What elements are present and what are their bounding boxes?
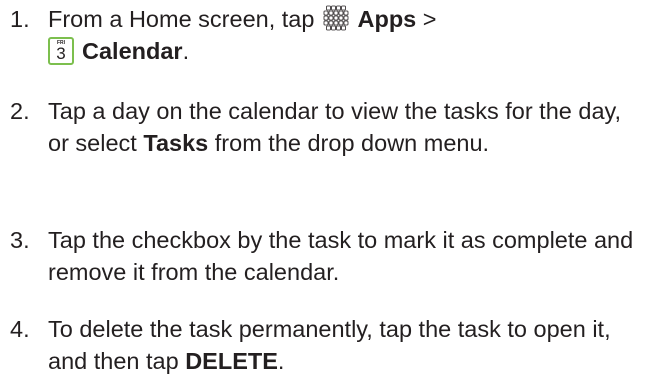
- instructions-page: 1. From a Home screen, tap Apps > FRI 3 Ca…: [0, 0, 654, 388]
- step-number: 3.: [10, 227, 30, 253]
- tasks-label: Tasks: [143, 130, 209, 156]
- step-text-part: from the drop down menu.: [208, 130, 490, 156]
- step-text: From a Home screen, tap Apps > FRI 3 Calen…: [48, 3, 648, 67]
- step-text-part: >: [416, 6, 437, 32]
- step-number: 2.: [10, 98, 30, 124]
- step-text: Tap the checkbox by the task to mark it …: [48, 227, 634, 285]
- apps-label: Apps: [357, 6, 417, 32]
- step-text-part: .: [277, 348, 285, 374]
- calendar-icon-date: 3: [56, 44, 66, 63]
- step-text-part: From a Home screen, tap: [48, 6, 321, 32]
- calendar-label: Calendar: [82, 38, 183, 64]
- step-text: To delete the task permanently, tap the …: [48, 313, 648, 377]
- step-text-part: To delete the task permanently, tap the …: [48, 316, 611, 374]
- step-number: 1.: [10, 6, 30, 32]
- step-text: Tap a day on the calendar to view the ta…: [48, 95, 648, 159]
- delete-label: DELETE: [185, 348, 278, 374]
- step-number: 4.: [10, 316, 30, 342]
- calendar-icon: FRI 3: [48, 37, 74, 65]
- step-text-part: .: [182, 38, 190, 64]
- apps-grid-icon: [323, 5, 349, 31]
